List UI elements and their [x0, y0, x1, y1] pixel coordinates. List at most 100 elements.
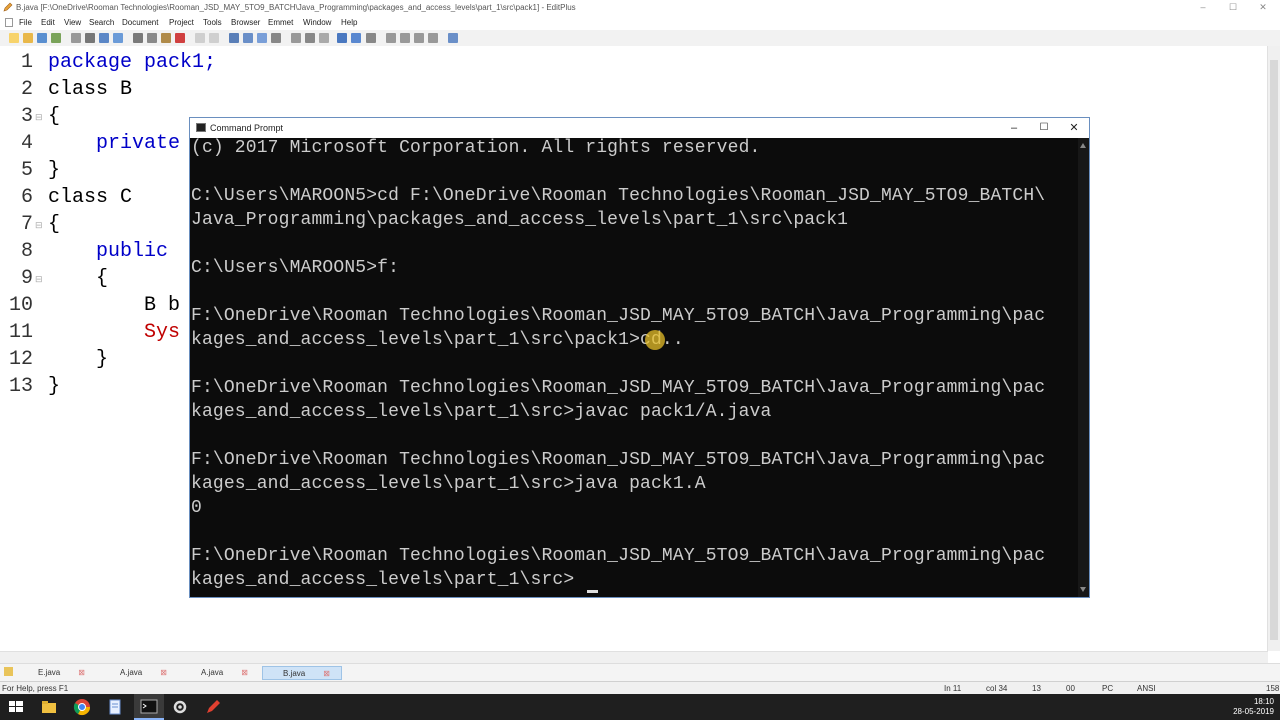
scroll-thumb[interactable] — [1270, 60, 1278, 640]
console-line: kages_and_access_levels\part_1\src> — [191, 570, 575, 590]
line-number: 5 — [20, 159, 33, 182]
fold-marker-icon[interactable]: ⊟ — [35, 112, 43, 123]
menu-document[interactable]: Document — [122, 18, 158, 27]
menu-edit[interactable]: Edit — [41, 18, 55, 27]
save-all-icon[interactable] — [51, 33, 61, 43]
copy-icon[interactable] — [147, 33, 157, 43]
menu-emmet[interactable]: Emmet — [268, 18, 293, 27]
menu-view[interactable]: View — [64, 18, 81, 27]
tab-a-java-2[interactable]: A.java ⊠ — [201, 666, 263, 680]
maximize-button[interactable]: ☐ — [1218, 0, 1248, 16]
command-prompt-icon — [196, 123, 206, 132]
new-file-icon[interactable] — [9, 33, 19, 43]
help-icon[interactable] — [448, 33, 458, 43]
chrome-icon[interactable] — [73, 698, 91, 716]
console-output[interactable]: (c) 2017 Microsoft Corporation. All righ… — [190, 138, 1077, 597]
spellcheck-icon[interactable] — [99, 33, 109, 43]
tab-b-java[interactable]: B.java ⊠ — [262, 666, 342, 680]
tab-a-java[interactable]: A.java ⊠ — [120, 666, 182, 680]
folder-icon[interactable] — [4, 667, 13, 676]
line-number: 13 — [8, 375, 33, 398]
cmd-title-bar[interactable]: Command Prompt – ☐ ✕ — [190, 118, 1089, 138]
menu-help[interactable]: Help — [341, 18, 357, 27]
status-eol: PC — [1102, 684, 1114, 693]
close-button[interactable]: ✕ — [1248, 0, 1278, 16]
status-line: In 11 — [944, 684, 962, 693]
fold-marker-icon[interactable]: ⊟ — [35, 274, 43, 285]
system-clock[interactable]: 18:10 28-05-2019 — [1233, 697, 1274, 717]
menu-project[interactable]: Project — [169, 18, 194, 27]
scroll-up-icon[interactable] — [1080, 143, 1086, 148]
line-number: 12 — [8, 348, 33, 371]
command-prompt-icon — [140, 699, 158, 714]
undo-icon[interactable] — [195, 33, 205, 43]
cmd-minimize-button[interactable]: – — [999, 119, 1029, 137]
browser-icon[interactable] — [113, 33, 123, 43]
cmd-scrollbar[interactable] — [1078, 138, 1089, 597]
delete-icon[interactable] — [175, 33, 185, 43]
fold-marker-icon[interactable]: ⊟ — [35, 220, 43, 231]
line-numbers-icon[interactable] — [319, 33, 329, 43]
tab-close-icon[interactable]: ⊠ — [323, 669, 330, 678]
menu-browser[interactable]: Browser — [231, 18, 260, 27]
tab-close-icon[interactable]: ⊠ — [160, 668, 167, 677]
settings-gear-icon[interactable] — [171, 698, 189, 716]
cmd-maximize-button[interactable]: ☐ — [1029, 119, 1059, 137]
replace-icon[interactable] — [243, 33, 253, 43]
menu-bar: File Edit View Search Document Project T… — [0, 16, 1280, 30]
print-preview-icon[interactable] — [85, 33, 95, 43]
window-title: B.java [F:\OneDrive\Rooman Technologies\… — [16, 3, 576, 12]
editplus-taskbar-icon[interactable] — [204, 698, 222, 716]
windows-start-icon[interactable] — [7, 698, 25, 716]
menu-file[interactable]: File — [19, 18, 32, 27]
open-folder-icon[interactable] — [23, 33, 33, 43]
save-icon[interactable] — [37, 33, 47, 43]
status-help: For Help, press F1 — [2, 684, 69, 693]
code-text: package pack1; — [48, 51, 217, 74]
code-text: { — [48, 213, 61, 236]
fullscreen-icon[interactable] — [428, 33, 438, 43]
code-text: } — [48, 348, 109, 371]
code-text: private — [48, 132, 181, 155]
word-wrap-icon[interactable] — [305, 33, 315, 43]
tab-e-java[interactable]: E.java ⊠ — [38, 666, 100, 680]
preferences-icon[interactable] — [366, 33, 376, 43]
menu-search[interactable]: Search — [89, 18, 114, 27]
tab-label: A.java — [201, 668, 224, 677]
line-number: 7 — [20, 213, 33, 236]
command-prompt-window[interactable]: Command Prompt – ☐ ✕ (c) 2017 Microsoft … — [189, 117, 1090, 598]
file-explorer-icon[interactable] — [40, 698, 58, 716]
window-cascade-icon[interactable] — [400, 33, 410, 43]
cmd-title: Command Prompt — [210, 123, 284, 133]
goto-icon[interactable] — [271, 33, 281, 43]
ruler-icon[interactable] — [337, 33, 347, 43]
html-toolbar-icon[interactable] — [291, 33, 301, 43]
code-text: { — [48, 267, 109, 290]
window-split-icon[interactable] — [414, 33, 424, 43]
code-line: package pack1; — [48, 51, 216, 74]
find-icon[interactable] — [229, 33, 239, 43]
minimize-button[interactable]: – — [1188, 0, 1218, 16]
cut-icon[interactable] — [133, 33, 143, 43]
document-tabs: E.java ⊠ A.java ⊠ A.java ⊠ B.java ⊠ — [0, 663, 1280, 682]
window-tile-icon[interactable] — [386, 33, 396, 43]
scroll-down-icon[interactable] — [1080, 587, 1086, 592]
column-select-icon[interactable] — [351, 33, 361, 43]
cmd-close-button[interactable]: ✕ — [1059, 119, 1089, 137]
menu-window[interactable]: Window — [303, 18, 331, 27]
windows-taskbar: 18:10 28-05-2019 — [0, 694, 1280, 720]
menu-tools[interactable]: Tools — [203, 18, 222, 27]
mouse-cursor-highlight — [645, 330, 665, 350]
print-icon[interactable] — [71, 33, 81, 43]
taskbar-cmd-active[interactable] — [134, 694, 164, 720]
toolbar — [0, 30, 1280, 47]
tab-close-icon[interactable]: ⊠ — [78, 668, 85, 677]
editor-vertical-scrollbar[interactable] — [1267, 46, 1280, 651]
tab-close-icon[interactable]: ⊠ — [241, 668, 248, 677]
notepad-icon[interactable] — [106, 698, 124, 716]
paste-icon[interactable] — [161, 33, 171, 43]
code-text: B b — [48, 294, 181, 317]
find-in-files-icon[interactable] — [257, 33, 267, 43]
line-number: 10 — [8, 294, 33, 317]
redo-icon[interactable] — [209, 33, 219, 43]
